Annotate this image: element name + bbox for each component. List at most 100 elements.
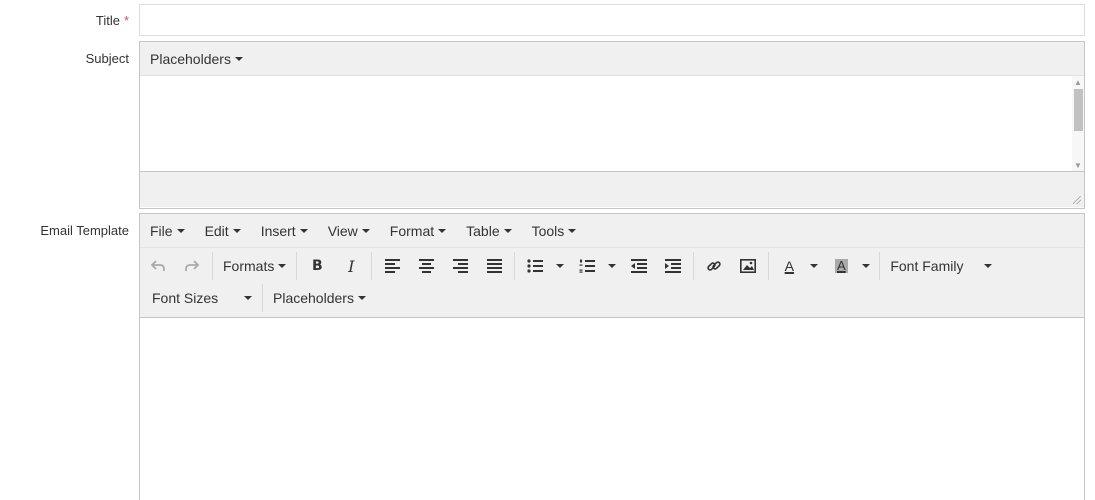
undo-button[interactable] <box>144 253 172 279</box>
align-justify-button[interactable] <box>480 253 508 279</box>
menu-file[interactable]: File <box>142 214 193 247</box>
outdent-icon <box>631 259 648 273</box>
chevron-down-icon <box>984 264 993 268</box>
undo-icon <box>151 260 165 271</box>
bullet-list-dropdown[interactable] <box>549 253 567 279</box>
bullet-list-button[interactable] <box>521 253 549 279</box>
resize-handle-icon[interactable] <box>1073 196 1081 204</box>
insert-link-button[interactable] <box>700 253 728 279</box>
align-center-button[interactable] <box>412 253 440 279</box>
toolbar-divider <box>262 284 263 312</box>
font-family-label: Font Family <box>890 258 964 274</box>
background-color-dropdown[interactable] <box>855 253 873 279</box>
chevron-down-icon <box>357 296 366 300</box>
italic-icon: I <box>348 256 355 276</box>
link-icon <box>707 261 722 271</box>
toolbar-row-1: Formats B I A A Font Family <box>140 250 1084 282</box>
background-color-button[interactable]: A <box>827 253 855 279</box>
email-content-area[interactable] <box>140 318 1084 500</box>
placeholders-dropdown[interactable]: Placeholders <box>269 285 370 311</box>
email-template-label: Email Template <box>40 223 129 238</box>
subject-menubar: Placeholders <box>140 42 1084 76</box>
menu-edit[interactable]: Edit <box>197 214 249 247</box>
redo-button[interactable] <box>178 253 206 279</box>
numbered-list-icon <box>579 259 596 273</box>
text-color-dropdown[interactable] <box>803 253 821 279</box>
chevron-down-icon <box>232 228 241 233</box>
scroll-thumb[interactable] <box>1074 89 1083 131</box>
title-label: Title * <box>96 13 129 28</box>
chevron-down-icon <box>568 228 577 233</box>
align-center-icon <box>418 259 434 273</box>
subject-scrollbar[interactable]: ▲ ▼ <box>1072 76 1084 171</box>
chevron-down-icon <box>176 228 185 233</box>
subject-statusbar <box>140 172 1084 207</box>
formats-dropdown[interactable]: Formats <box>219 253 290 279</box>
subject-label: Subject <box>85 51 129 66</box>
font-sizes-label: Font Sizes <box>152 290 219 306</box>
outdent-button[interactable] <box>625 253 653 279</box>
subject-placeholders-label: Placeholders <box>150 50 231 67</box>
menu-format-label: Format <box>389 222 435 239</box>
subject-editor: Placeholders ▲ ▼ <box>139 41 1085 209</box>
background-color-icon: A <box>835 258 848 273</box>
numbered-list-dropdown[interactable] <box>601 253 619 279</box>
chevron-down-icon <box>278 264 287 268</box>
chevron-down-icon <box>556 264 565 268</box>
menu-tools[interactable]: Tools <box>524 214 585 247</box>
text-color-button[interactable]: A <box>775 253 803 279</box>
email-toolbar: Formats B I A A Font Family Font Sizes P… <box>140 248 1084 318</box>
bold-icon: B <box>312 258 323 274</box>
chevron-down-icon <box>299 228 308 233</box>
align-left-icon <box>384 259 400 273</box>
menu-tools-label: Tools <box>531 222 565 239</box>
chevron-down-icon <box>438 228 447 233</box>
scroll-up-icon[interactable]: ▲ <box>1072 76 1084 88</box>
bold-button[interactable]: B <box>303 253 331 279</box>
italic-button[interactable]: I <box>337 253 365 279</box>
menu-format[interactable]: Format <box>382 214 454 247</box>
formats-label: Formats <box>223 258 275 274</box>
toolbar-divider <box>212 252 213 280</box>
chevron-down-icon <box>361 228 370 233</box>
image-icon <box>740 259 757 273</box>
indent-button[interactable] <box>659 253 687 279</box>
chevron-down-icon <box>234 56 243 61</box>
toolbar-divider <box>296 252 298 280</box>
redo-icon <box>185 260 199 271</box>
font-family-dropdown[interactable]: Font Family <box>886 253 996 279</box>
subject-text-area[interactable]: ▲ ▼ <box>140 76 1084 172</box>
menu-edit-label: Edit <box>204 222 229 239</box>
toolbar-divider <box>371 252 373 280</box>
chevron-down-icon <box>244 296 252 300</box>
menu-table-label: Table <box>466 222 500 239</box>
text-color-icon: A <box>784 258 795 274</box>
chevron-down-icon <box>503 228 512 233</box>
chevron-down-icon <box>810 264 819 268</box>
menu-view-label: View <box>327 222 358 239</box>
placeholders-label: Placeholders <box>273 290 354 306</box>
email-menubar: File Edit Insert View Format Table Tools <box>140 214 1084 248</box>
menu-table[interactable]: Table <box>458 214 519 247</box>
required-mark: * <box>123 13 129 28</box>
scroll-down-icon[interactable]: ▼ <box>1072 159 1084 171</box>
align-left-button[interactable] <box>378 253 406 279</box>
insert-image-button[interactable] <box>734 253 762 279</box>
menu-view[interactable]: View <box>320 214 378 247</box>
align-right-icon <box>452 259 468 273</box>
align-right-button[interactable] <box>446 253 474 279</box>
title-input[interactable] <box>139 4 1085 36</box>
subject-placeholders-menu[interactable]: Placeholders <box>142 42 251 75</box>
toolbar-row-2: Font Sizes Placeholders <box>140 282 1084 314</box>
font-sizes-dropdown[interactable]: Font Sizes <box>144 285 256 311</box>
title-label-text: Title <box>95 13 120 28</box>
align-justify-icon <box>486 259 502 273</box>
menu-file-label: File <box>150 222 173 239</box>
toolbar-divider <box>693 252 695 280</box>
toolbar-divider <box>768 252 770 280</box>
numbered-list-button[interactable] <box>573 253 601 279</box>
menu-insert[interactable]: Insert <box>253 214 316 247</box>
toolbar-divider <box>879 252 881 280</box>
toolbar-divider <box>514 252 516 280</box>
email-template-editor: File Edit Insert View Format Table Tools… <box>139 213 1085 500</box>
